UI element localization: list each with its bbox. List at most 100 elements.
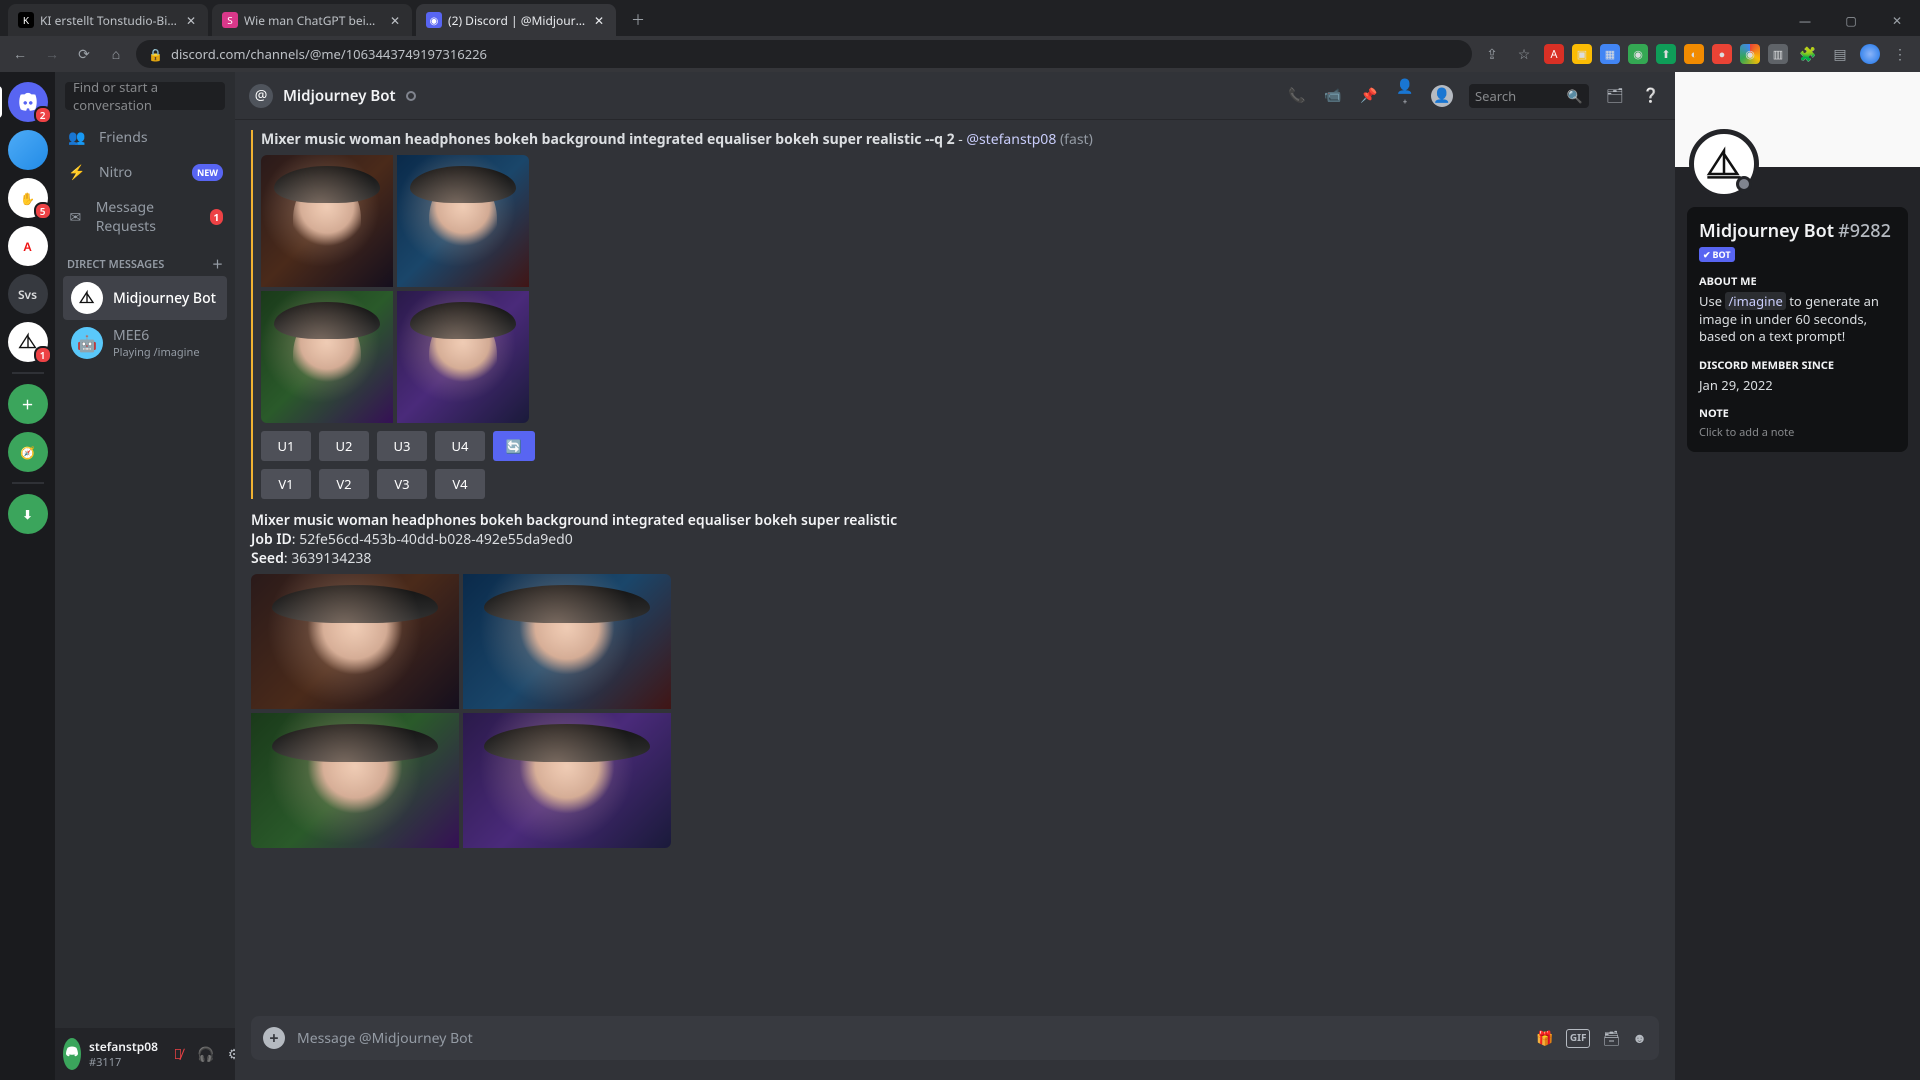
job-id-label: Job ID [251,530,292,549]
message-list[interactable]: Mixer music woman headphones bokeh backg… [235,120,1675,1016]
upscale-button[interactable]: U1 [261,431,311,461]
extension-icon[interactable]: ▥ [1768,44,1788,64]
emoji-button[interactable]: ☻ [1632,1029,1647,1048]
dm-item-midjourney[interactable]: Midjourney Bot [63,276,227,320]
sidepanel-icon[interactable]: ▤ [1828,42,1852,66]
extension-icon[interactable]: ⬆ [1656,44,1676,64]
message-input[interactable]: + Message @Midjourney Bot 🎁 GIF 🗃 ☻ [251,1016,1659,1060]
help-button[interactable]: ❔ [1641,86,1661,105]
window-minimize[interactable]: — [1782,4,1828,36]
attach-button[interactable]: + [263,1027,285,1049]
extension-icon[interactable]: A [1544,44,1564,64]
extension-icon[interactable]: ◉ [1740,44,1760,64]
message: Mixer music woman headphones bokeh backg… [251,130,1659,499]
reroll-button[interactable]: 🔄 [493,431,535,461]
download-apps-button[interactable]: ⬇ [8,494,48,534]
server-icon[interactable]: 1 [8,322,48,362]
generated-image[interactable] [261,155,393,287]
address-bar[interactable]: 🔒 discord.com/channels/@me/1063443749197… [136,40,1472,68]
dm-section-header: DIRECT MESSAGES ＋ [55,244,235,276]
extensions-menu-icon[interactable]: 🧩 [1796,42,1820,66]
server-icon[interactable]: Svs [8,274,48,314]
new-tab-button[interactable]: ＋ [624,6,652,34]
variation-button[interactable]: V1 [261,469,311,499]
share-icon[interactable]: ⇪ [1480,42,1504,66]
close-icon[interactable]: ✕ [388,13,402,27]
extension-icon[interactable]: ▦ [1600,44,1620,64]
add-server-button[interactable]: ＋ [8,384,48,424]
url-text: discord.com/channels/@me/106344374919731… [171,45,487,63]
profile-avatar[interactable] [1860,44,1880,64]
upscale-button[interactable]: U3 [377,431,427,461]
browser-tab-active[interactable]: ◉ (2) Discord | @Midjourney Bot ✕ [416,4,616,36]
voice-call-button[interactable]: 📞 [1287,86,1307,105]
user-avatar[interactable] [63,1038,81,1070]
find-conversation-input[interactable]: Find or start a conversation [65,82,225,110]
avatar [71,282,103,314]
window-close[interactable]: ✕ [1874,4,1920,36]
upscale-button[interactable]: U4 [435,431,485,461]
bookmark-icon[interactable]: ☆ [1512,42,1536,66]
variation-button[interactable]: V3 [377,469,427,499]
username: stefanstp08 [89,1038,158,1055]
inbox-button[interactable]: 🗂 [1605,86,1625,105]
friends-link[interactable]: 👥 Friends [55,120,235,155]
seed-value: 3639134238 [291,549,371,568]
server-icon[interactable]: A [8,226,48,266]
image-grid[interactable] [251,574,671,848]
browser-tab[interactable]: K KI erstellt Tonstudio-Bild. ✕ [8,4,208,36]
separator [12,482,44,484]
profile-name: Midjourney Bot [1699,219,1834,243]
forward-button[interactable]: → [40,42,64,66]
home-button[interactable]: ⌂ [104,42,128,66]
search-input[interactable]: Search 🔍 [1469,84,1589,108]
server-icon[interactable]: ✋5 [8,178,48,218]
variation-button[interactable]: V2 [319,469,369,499]
generated-image[interactable] [463,713,671,848]
message-requests-link[interactable]: ✉ Message Requests 1 [55,190,235,244]
close-icon[interactable]: ✕ [592,13,606,27]
back-button[interactable]: ← [8,42,32,66]
profile-avatar[interactable] [1689,129,1759,199]
deafen-button[interactable]: 🎧 [194,1042,218,1066]
sticker-button[interactable]: 🗃 [1602,1029,1620,1048]
reload-button[interactable]: ⟳ [72,42,96,66]
generated-image[interactable] [251,713,459,848]
mute-button[interactable]: 🎙̸ [166,1042,190,1066]
avatar: 🤖 [71,327,103,359]
gif-button[interactable]: GIF [1566,1029,1591,1048]
server-rail: 2 ✋5 A Svs 1 ＋ 🧭 ⬇ [0,72,55,1080]
dm-item-mee6[interactable]: 🤖 MEE6 Playing /imagine [63,320,227,366]
variation-button[interactable]: V4 [435,469,485,499]
extension-icon[interactable]: ◉ [1628,44,1648,64]
extension-icon[interactable]: ◐ [1684,44,1704,64]
window-maximize[interactable]: ▢ [1828,4,1874,36]
extension-icon[interactable]: ● [1712,44,1732,64]
video-call-button[interactable]: 📹 [1323,86,1343,105]
generated-image[interactable] [251,574,459,709]
menu-icon[interactable]: ⋮ [1888,42,1912,66]
extension-tray: ⇪ ☆ A ▣ ▦ ◉ ⬆ ◐ ● ◉ ▥ 🧩 ▤ ⋮ [1480,42,1912,66]
close-icon[interactable]: ✕ [184,13,198,27]
gift-button[interactable]: 🎁 [1536,1029,1553,1048]
member-since: Jan 29, 2022 [1699,377,1896,395]
server-icon[interactable] [8,130,48,170]
note-input[interactable]: Click to add a note [1699,425,1896,440]
add-friend-button[interactable]: 👤⁺ [1395,77,1415,115]
generated-image[interactable] [397,291,529,423]
generated-image[interactable] [397,155,529,287]
add-dm-button[interactable]: ＋ [212,256,223,272]
pinned-button[interactable]: 📌 [1359,86,1379,105]
browser-tab[interactable]: S Wie man ChatGPT beibringt, be ✕ [212,4,412,36]
notification-badge: 2 [34,106,52,124]
nitro-link[interactable]: ⚡ Nitro NEW [55,155,235,190]
profile-button[interactable]: 👤 [1431,85,1453,107]
explore-button[interactable]: 🧭 [8,432,48,472]
generated-image[interactable] [261,291,393,423]
upscale-button[interactable]: U2 [319,431,369,461]
home-button[interactable]: 2 [8,82,48,122]
mention[interactable]: @stefanstp08 [966,130,1056,149]
generated-image[interactable] [463,574,671,709]
extension-icon[interactable]: ▣ [1572,44,1592,64]
image-grid[interactable] [261,155,529,423]
